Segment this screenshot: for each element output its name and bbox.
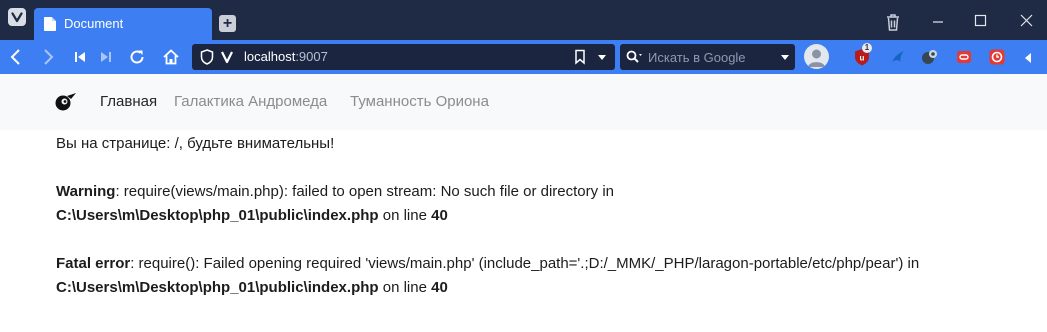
warning-text: : require(views/main.php): failed to ope… <box>115 183 614 200</box>
minimize-button[interactable] <box>922 8 954 36</box>
vivaldi-icon <box>221 50 233 69</box>
extension-arrow-icon[interactable] <box>888 47 908 67</box>
site-navbar: Главная Галактика Андромеда Туманность О… <box>0 74 1047 130</box>
extension-badge: 1 <box>862 43 872 53</box>
warning-on-line: on line <box>378 207 432 224</box>
maximize-button[interactable] <box>964 8 996 36</box>
fatal-error-text: : require(): Failed opening required 'vi… <box>130 255 920 272</box>
page-content: Вы на странице: /, будьте внимательны! W… <box>56 132 1026 300</box>
back-button[interactable] <box>6 47 26 67</box>
panel-toggle-icon[interactable] <box>1025 53 1031 63</box>
extension-clock-icon[interactable] <box>987 47 1007 67</box>
tab-title: Document <box>64 16 124 31</box>
warning-label: Warning <box>56 183 116 200</box>
document-icon <box>44 17 56 31</box>
profile-avatar[interactable] <box>804 44 829 69</box>
nav-link-home[interactable]: Главная <box>100 93 157 110</box>
search-icon[interactable] <box>626 50 644 69</box>
tab-bar: Document + <box>0 0 1047 40</box>
site-logo-icon[interactable] <box>54 91 78 118</box>
nav-link-andromeda[interactable]: Галактика Андромеда <box>174 93 327 110</box>
warning-file: C:\Users\m\Desktop\php_01\public\index.p… <box>56 207 379 224</box>
fast-forward-button[interactable] <box>96 47 116 67</box>
url-field[interactable]: localhost:9007 <box>192 44 615 70</box>
new-tab-button[interactable]: + <box>219 15 236 32</box>
nav-link-orion[interactable]: Туманность Ориона <box>350 93 489 110</box>
close-window-button[interactable] <box>1011 8 1043 36</box>
tab-document[interactable]: Document <box>34 8 212 40</box>
fatal-error-message: Fatal error: require(): Failed opening r… <box>56 252 1026 300</box>
bookmark-icon[interactable] <box>574 49 586 70</box>
ublock-extension-icon[interactable]: u 1 <box>852 43 872 67</box>
search-engine-dropdown-icon[interactable] <box>781 55 789 60</box>
home-button[interactable] <box>161 47 181 67</box>
fatal-error-label: Fatal error <box>56 255 131 272</box>
warning-message: Warning: require(views/main.php): failed… <box>56 180 1026 228</box>
extension-red-icon[interactable] <box>954 47 974 67</box>
url-text[interactable]: localhost:9007 <box>244 49 328 64</box>
intro-text: Вы на странице: /, будьте внимательны! <box>56 135 335 152</box>
shield-icon[interactable] <box>200 49 214 70</box>
search-field[interactable] <box>620 44 795 70</box>
rewind-button[interactable] <box>70 47 90 67</box>
fatal-error-on-line: on line <box>378 279 432 296</box>
fatal-error-file: C:\Users\m\Desktop\php_01\public\index.p… <box>56 279 379 296</box>
warning-line-number: 40 <box>431 207 448 224</box>
search-input[interactable] <box>648 48 773 66</box>
reload-button[interactable] <box>127 47 147 67</box>
trash-icon[interactable] <box>877 8 909 36</box>
forward-button[interactable] <box>38 47 58 67</box>
url-dropdown-icon[interactable] <box>598 55 606 60</box>
url-host: localhost <box>244 49 296 64</box>
address-bar: localhost:9007 u 1 <box>0 40 1047 74</box>
extension-orb-icon[interactable] <box>920 47 940 67</box>
vivaldi-menu-icon[interactable] <box>8 8 26 26</box>
url-port: :9007 <box>295 49 328 64</box>
svg-text:u: u <box>860 54 865 63</box>
fatal-error-line-number: 40 <box>431 279 448 296</box>
